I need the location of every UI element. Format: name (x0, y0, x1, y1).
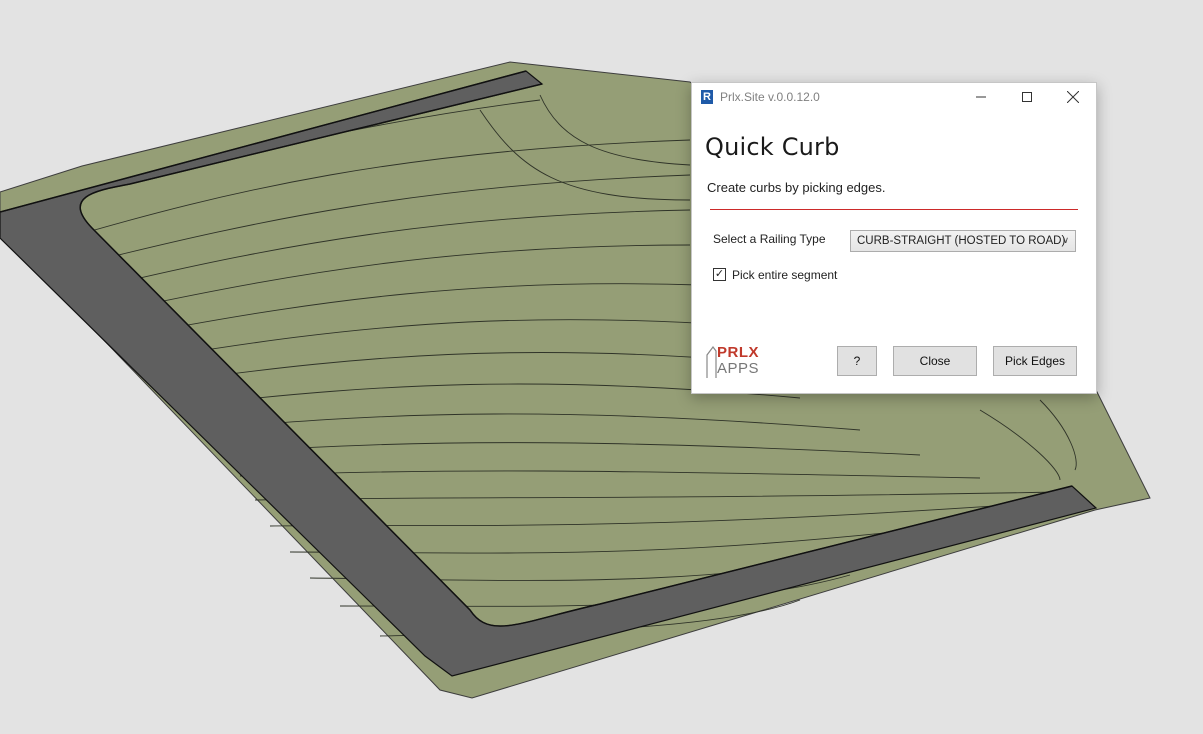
pick-entire-segment-checkbox[interactable]: ✓ (713, 268, 726, 281)
help-button[interactable]: ? (837, 346, 877, 376)
window-title: Prlx.Site v.0.0.12.0 (720, 90, 820, 104)
logo-text-apps: APPS (717, 360, 760, 377)
close-icon (1067, 91, 1079, 103)
divider (710, 209, 1078, 210)
pick-entire-segment-label[interactable]: Pick entire segment (732, 268, 837, 282)
maximize-icon (1022, 92, 1032, 102)
minimize-button[interactable] (958, 83, 1004, 111)
chevron-down-icon: ∨ (1062, 235, 1069, 245)
minimize-icon (976, 96, 986, 98)
dialog-heading: Quick Curb (705, 133, 840, 161)
railing-type-select[interactable]: CURB-STRAIGHT (HOSTED TO ROAD) ∨ (850, 230, 1076, 252)
close-button[interactable]: Close (893, 346, 977, 376)
pick-edges-button[interactable]: Pick Edges (993, 346, 1077, 376)
check-icon: ✓ (714, 268, 725, 280)
logo-text-prlx: PRLX (717, 344, 760, 361)
revit-app-icon: R (701, 90, 713, 104)
railing-type-label: Select a Railing Type (713, 232, 826, 246)
railing-type-value: CURB-STRAIGHT (HOSTED TO ROAD) (857, 235, 1066, 247)
close-window-button[interactable] (1050, 83, 1096, 111)
quick-curb-dialog: R Prlx.Site v.0.0.12.0 Quick Curb Create… (691, 82, 1097, 394)
dialog-subtitle: Create curbs by picking edges. (707, 180, 886, 195)
prlx-apps-logo: PRLX APPS (706, 345, 766, 379)
maximize-button[interactable] (1004, 83, 1050, 111)
title-bar[interactable]: R Prlx.Site v.0.0.12.0 (692, 83, 1096, 111)
